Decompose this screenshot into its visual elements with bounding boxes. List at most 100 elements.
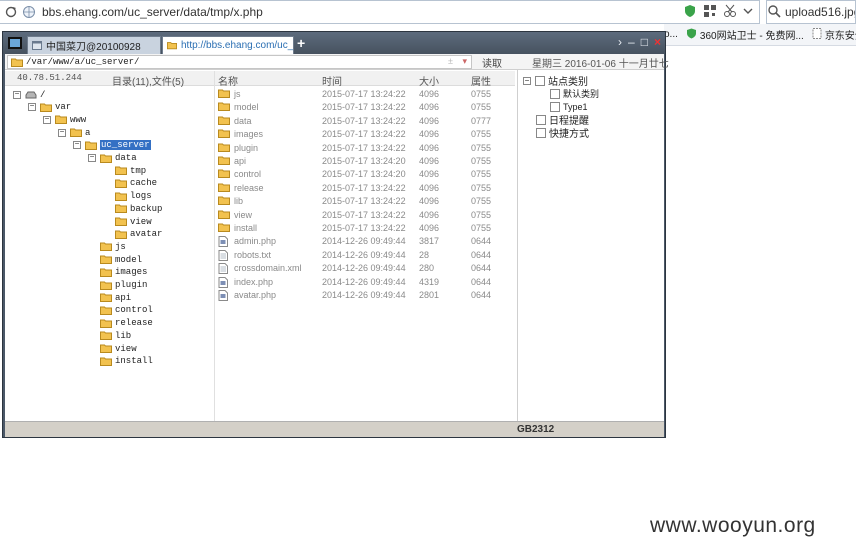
tree-item-label: lib bbox=[115, 330, 132, 341]
scissors-icon[interactable] bbox=[723, 4, 737, 21]
file-row[interactable]: images 2015-07-17 13:24:22 4096 0755 bbox=[215, 128, 515, 141]
tree-item-install[interactable]: install bbox=[100, 355, 153, 368]
path-text[interactable]: /var/www/a/uc_server/ bbox=[26, 57, 139, 67]
new-tab-button[interactable]: + bbox=[297, 35, 305, 51]
tree-item-view[interactable]: view bbox=[100, 342, 137, 355]
shield-icon bbox=[686, 28, 697, 42]
chevron-down-icon[interactable]: ▾ bbox=[462, 56, 467, 67]
file-row[interactable]: avatar.php 2014-12-26 09:49:44 2801 0644 bbox=[215, 289, 515, 302]
globe-icon bbox=[22, 5, 36, 22]
side-item[interactable]: − 站点类别 bbox=[523, 74, 588, 88]
reload-icon[interactable] bbox=[2, 3, 20, 21]
side-item[interactable]: 快捷方式 bbox=[536, 126, 589, 140]
column-attr[interactable]: 属性 bbox=[471, 73, 491, 88]
tree-item-data[interactable]: − data bbox=[88, 152, 137, 165]
encoding-label[interactable]: GB2312 bbox=[517, 424, 554, 435]
collapse-icon[interactable]: − bbox=[73, 141, 81, 150]
tree-item-release[interactable]: release bbox=[100, 317, 153, 330]
side-item[interactable]: 默认类别 bbox=[550, 87, 599, 100]
outer-address-bar[interactable]: bbs.ehang.com/uc_server/data/tmp/x.php bbox=[0, 0, 760, 24]
tree-item-plugin[interactable]: plugin bbox=[100, 279, 147, 292]
bookmark-item-jd[interactable]: 京东安全应 bbox=[812, 27, 856, 42]
file-row[interactable]: install 2015-07-17 13:24:22 4096 0755 bbox=[215, 222, 515, 235]
outer-search-text[interactable]: upload516.jpg?u bbox=[785, 5, 855, 19]
text-file-icon bbox=[218, 263, 230, 275]
tree-item-logs[interactable]: logs bbox=[115, 190, 152, 203]
file-row[interactable]: model 2015-07-17 13:24:22 4096 0755 bbox=[215, 101, 515, 114]
collapse-icon[interactable]: − bbox=[28, 103, 36, 112]
file-attr: 0755 bbox=[471, 89, 492, 99]
collapse-icon[interactable]: − bbox=[88, 154, 96, 162]
file-name: api bbox=[234, 156, 247, 166]
tree-item-var[interactable]: − var bbox=[28, 101, 71, 114]
collapse-icon[interactable]: − bbox=[13, 90, 21, 99]
tree-item-backup[interactable]: backup bbox=[115, 202, 162, 215]
file-row[interactable]: crossdomain.xml 2014-12-26 09:49:44 280 064… bbox=[215, 262, 515, 275]
tree-item-control[interactable]: control bbox=[100, 304, 153, 317]
file-row[interactable]: lib 2015-07-17 13:24:22 4096 0755 bbox=[215, 195, 515, 208]
file-row[interactable]: plugin 2015-07-17 13:24:22 4096 0755 bbox=[215, 142, 515, 155]
folder-icon bbox=[100, 331, 112, 341]
tab-chopper[interactable]: 中国菜刀@20100928 bbox=[27, 36, 161, 54]
bookmark-item-360[interactable]: 360网站卫士 - 免费网... bbox=[686, 27, 804, 42]
pane-divider[interactable] bbox=[517, 70, 518, 437]
calendar-icon bbox=[536, 114, 546, 125]
file-row[interactable]: view 2015-07-17 13:24:22 4096 0755 bbox=[215, 209, 515, 222]
column-size[interactable]: 大小 bbox=[419, 73, 439, 88]
tree-item-view[interactable]: view bbox=[115, 215, 152, 228]
shield-icon[interactable] bbox=[683, 4, 697, 21]
outer-search-box[interactable]: upload516.jpg?u bbox=[766, 0, 856, 24]
tree-item-ucserver[interactable]: − uc_server bbox=[73, 139, 151, 152]
chevron-right-icon[interactable]: › bbox=[618, 35, 622, 49]
tree-item-model[interactable]: model bbox=[100, 253, 142, 266]
file-row[interactable]: index.php 2014-12-26 09:49:44 4319 0644 bbox=[215, 276, 515, 289]
collapse-icon[interactable]: − bbox=[523, 76, 531, 85]
tree-item-root[interactable]: − / bbox=[13, 88, 45, 101]
close-button[interactable]: × bbox=[654, 35, 661, 49]
tree-item-tmp[interactable]: tmp bbox=[115, 164, 146, 177]
file-row[interactable]: data 2015-07-17 13:24:22 4096 0777 bbox=[215, 115, 515, 128]
file-name: view bbox=[234, 209, 253, 220]
file-name: data bbox=[234, 115, 252, 126]
window-titlebar[interactable]: 中国菜刀@20100928 http://bbs.ehang.com/uc_se… bbox=[3, 32, 665, 54]
collapse-icon[interactable]: − bbox=[58, 128, 66, 137]
file-name: plugin bbox=[234, 142, 259, 153]
plus-minus-icon[interactable]: ± bbox=[448, 56, 453, 66]
bookmark-item[interactable]: o... bbox=[664, 29, 678, 40]
file-size: 4096 bbox=[419, 89, 440, 99]
tree-item-images[interactable]: images bbox=[100, 266, 147, 279]
file-time: 2015-07-17 13:24:20 bbox=[322, 156, 406, 166]
qr-icon[interactable] bbox=[703, 4, 717, 21]
read-button[interactable]: 读取 bbox=[482, 55, 502, 70]
file-size: 3817 bbox=[419, 236, 440, 247]
file-name: lib bbox=[234, 196, 244, 207]
column-name[interactable]: 名称 bbox=[218, 73, 238, 88]
outer-url[interactable]: bbs.ehang.com/uc_server/data/tmp/x.php bbox=[42, 5, 263, 19]
chevron-down-icon[interactable] bbox=[743, 4, 753, 21]
watermark: www.wooyun.org bbox=[650, 514, 816, 537]
file-row[interactable]: control 2015-07-17 13:24:20 4096 0755 bbox=[215, 168, 515, 181]
file-name: images bbox=[234, 129, 264, 140]
column-time[interactable]: 时间 bbox=[322, 73, 342, 88]
tree-item-www[interactable]: − www bbox=[43, 113, 86, 126]
side-item-label: Type1 bbox=[563, 101, 588, 112]
tree-item-js[interactable]: js bbox=[100, 240, 126, 253]
maximize-button[interactable]: □ bbox=[641, 35, 648, 49]
tree-item-lib[interactable]: lib bbox=[100, 329, 131, 342]
file-row[interactable]: js 2015-07-17 13:24:22 4096 0755 bbox=[215, 88, 515, 101]
tab-target-url[interactable]: http://bbs.ehang.com/uc_ser... bbox=[162, 36, 294, 54]
tree-item-avatar[interactable]: avatar bbox=[115, 228, 162, 241]
tree-item-a[interactable]: − a bbox=[58, 126, 90, 139]
file-time: 2014-12-26 09:49:44 bbox=[322, 236, 406, 247]
tree-item-api[interactable]: api bbox=[100, 291, 131, 304]
tree-item-label: view bbox=[115, 343, 137, 354]
file-row[interactable]: release 2015-07-17 13:24:22 4096 0755 bbox=[215, 182, 515, 195]
path-input[interactable]: /var/www/a/uc_server/ ± ▾ bbox=[7, 55, 472, 69]
file-row[interactable]: robots.txt 2014-12-26 09:49:44 28 0644 bbox=[215, 249, 515, 262]
file-attr: 0755 bbox=[471, 196, 492, 207]
collapse-icon[interactable]: − bbox=[43, 115, 51, 124]
file-row[interactable]: admin.php 2014-12-26 09:49:44 3817 0644 bbox=[215, 235, 515, 248]
file-row[interactable]: api 2015-07-17 13:24:20 4096 0755 bbox=[215, 155, 515, 168]
tree-item-cache[interactable]: cache bbox=[115, 177, 157, 190]
minimize-button[interactable]: – bbox=[628, 35, 635, 49]
